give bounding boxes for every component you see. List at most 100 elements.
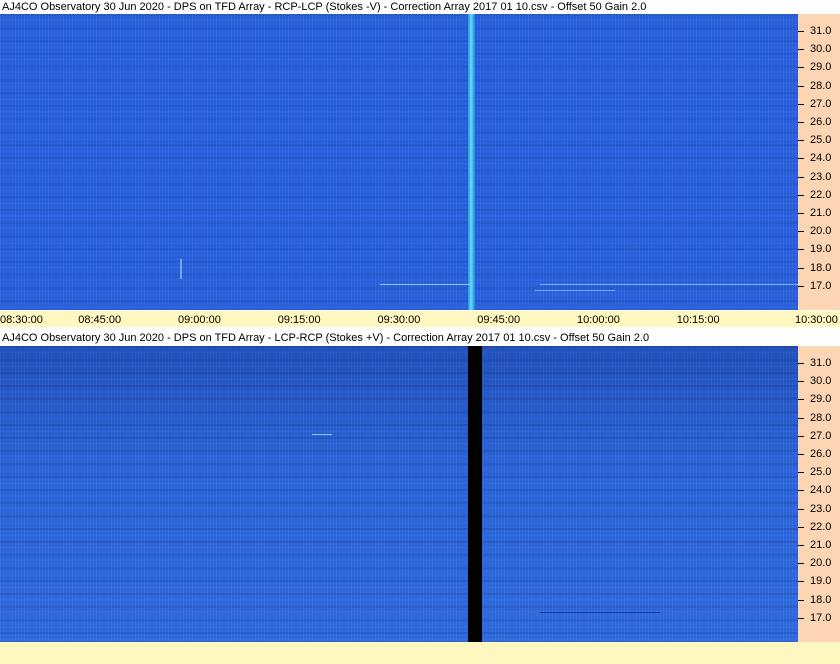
frequency-tick: 22.0 — [798, 521, 840, 533]
time-label: 10:15:00 — [676, 314, 720, 326]
frequency-tick: 31.0 — [798, 25, 840, 37]
burst-line — [468, 14, 475, 310]
frequency-tick: 27.0 — [798, 98, 840, 110]
frequency-label: 27.0 — [810, 97, 832, 110]
frequency-label: 17.0 — [810, 279, 832, 292]
time-label: 09:00:00 — [178, 314, 221, 326]
frequency-label: 26.0 — [810, 116, 832, 128]
frequency-tick: 22.0 — [798, 189, 840, 201]
frequency-axis-1: 31.0 30.0 29.0 28.0 27.0 26.0 25.0 24.0 23.0 22.0… — [798, 14, 840, 310]
frequency-tick: 27.0 — [798, 430, 840, 442]
tick-mark — [798, 363, 804, 364]
frequency-tick: 24.0 — [798, 152, 840, 164]
interference-streak — [380, 284, 470, 285]
tick-mark — [798, 490, 804, 492]
frequency-tick: 26.0 — [798, 448, 840, 460]
frequency-label: 21.0 — [810, 207, 832, 219]
frequency-tick: 28.0 — [798, 412, 840, 424]
frequency-label: 23.0 — [810, 170, 832, 183]
tick-mark — [798, 231, 804, 233]
frequency-label: 28.0 — [810, 79, 832, 92]
frequency-tick: 19.0 — [798, 243, 840, 255]
tick-mark — [798, 545, 804, 546]
interference-streak — [535, 290, 615, 291]
frequency-label: 31.0 — [810, 357, 832, 369]
tick-mark — [798, 158, 804, 160]
burst-line — [468, 346, 482, 642]
tick-mark — [798, 31, 804, 32]
tick-mark — [798, 285, 804, 287]
frequency-tick: 20.0 — [798, 557, 840, 569]
frequency-tick: 26.0 — [798, 116, 840, 128]
tick-mark — [798, 103, 804, 105]
frequency-label: 18.0 — [810, 593, 832, 606]
time-label: 09:15:00 — [277, 314, 321, 326]
frequency-tick: 28.0 — [798, 80, 840, 92]
frequency-tick: 23.0 — [798, 503, 840, 515]
frequency-label: 30.0 — [810, 375, 832, 388]
frequency-tick: 24.0 — [798, 484, 840, 496]
tick-mark — [798, 417, 804, 419]
tick-mark — [798, 49, 804, 51]
frequency-tick: 30.0 — [798, 375, 840, 387]
tick-mark — [798, 581, 804, 583]
frequency-tick: 17.0 — [798, 612, 840, 624]
interference-streak — [540, 612, 660, 613]
tick-mark — [798, 399, 804, 401]
interference-streak — [540, 284, 798, 285]
tick-mark — [798, 617, 804, 619]
frequency-tick: 31.0 — [798, 357, 840, 369]
tick-mark — [798, 508, 804, 510]
frequency-label: 29.0 — [810, 393, 832, 406]
frequency-tick: 17.0 — [798, 280, 840, 292]
frequency-label: 17.0 — [810, 611, 832, 624]
tick-mark — [798, 454, 804, 455]
time-label: 08:45:00 — [78, 314, 122, 326]
frequency-tick: 21.0 — [798, 539, 840, 551]
frequency-tick: 23.0 — [798, 171, 840, 183]
frequency-tick: 18.0 — [798, 594, 840, 606]
frequency-label: 27.0 — [810, 429, 832, 442]
frequency-label: 26.0 — [810, 448, 832, 460]
time-axis: 08:30:00 08:45:00 09:00:00 09:15:00 09:30:00… — [0, 311, 840, 327]
frequency-tick: 25.0 — [798, 466, 840, 478]
frequency-tick: 20.0 — [798, 225, 840, 237]
tick-mark — [798, 140, 804, 142]
tick-mark — [798, 249, 804, 251]
frequency-label: 19.0 — [810, 243, 832, 256]
frequency-label: 21.0 — [810, 539, 832, 551]
tick-mark — [798, 122, 804, 123]
spectrogram-rcp-lcp[interactable] — [0, 14, 798, 310]
frequency-tick: 25.0 — [798, 134, 840, 146]
time-label: 09:30:00 — [377, 314, 421, 326]
time-label: 10:30:00 — [795, 314, 838, 326]
frequency-label: 20.0 — [810, 225, 832, 238]
frequency-label: 30.0 — [810, 43, 832, 56]
spectrogram-lcp-rcp[interactable] — [0, 346, 798, 642]
panel-1-title: AJ4CO Observatory 30 Jun 2020 - DPS on T… — [0, 0, 840, 14]
bottom-strip — [0, 642, 840, 664]
frequency-tick: 30.0 — [798, 43, 840, 55]
frequency-label: 31.0 — [810, 25, 832, 37]
time-label: 09:45:00 — [477, 314, 521, 326]
frequency-label: 28.0 — [810, 411, 832, 424]
frequency-label: 25.0 — [810, 466, 832, 479]
frequency-axis-2: 31.0 30.0 29.0 28.0 27.0 26.0 25.0 24.0 23.0 22.0… — [798, 346, 840, 642]
frequency-label: 29.0 — [810, 61, 832, 74]
frequency-label: 22.0 — [810, 520, 832, 533]
tick-mark — [798, 472, 804, 474]
time-label: 08:30:00 — [0, 314, 43, 326]
panel-2-title: AJ4CO Observatory 30 Jun 2020 - DPS on T… — [0, 331, 840, 345]
frequency-tick: 19.0 — [798, 575, 840, 587]
tick-mark — [798, 599, 804, 601]
tick-mark — [798, 194, 804, 196]
frequency-label: 18.0 — [810, 261, 832, 274]
frequency-label: 23.0 — [810, 502, 832, 515]
frequency-label: 25.0 — [810, 134, 832, 147]
frequency-label: 22.0 — [810, 188, 832, 201]
tick-mark — [798, 563, 804, 565]
time-label: 10:00:00 — [577, 314, 620, 326]
tick-mark — [798, 213, 804, 214]
spectrogram-noise — [0, 346, 798, 642]
frequency-label: 19.0 — [810, 575, 832, 588]
